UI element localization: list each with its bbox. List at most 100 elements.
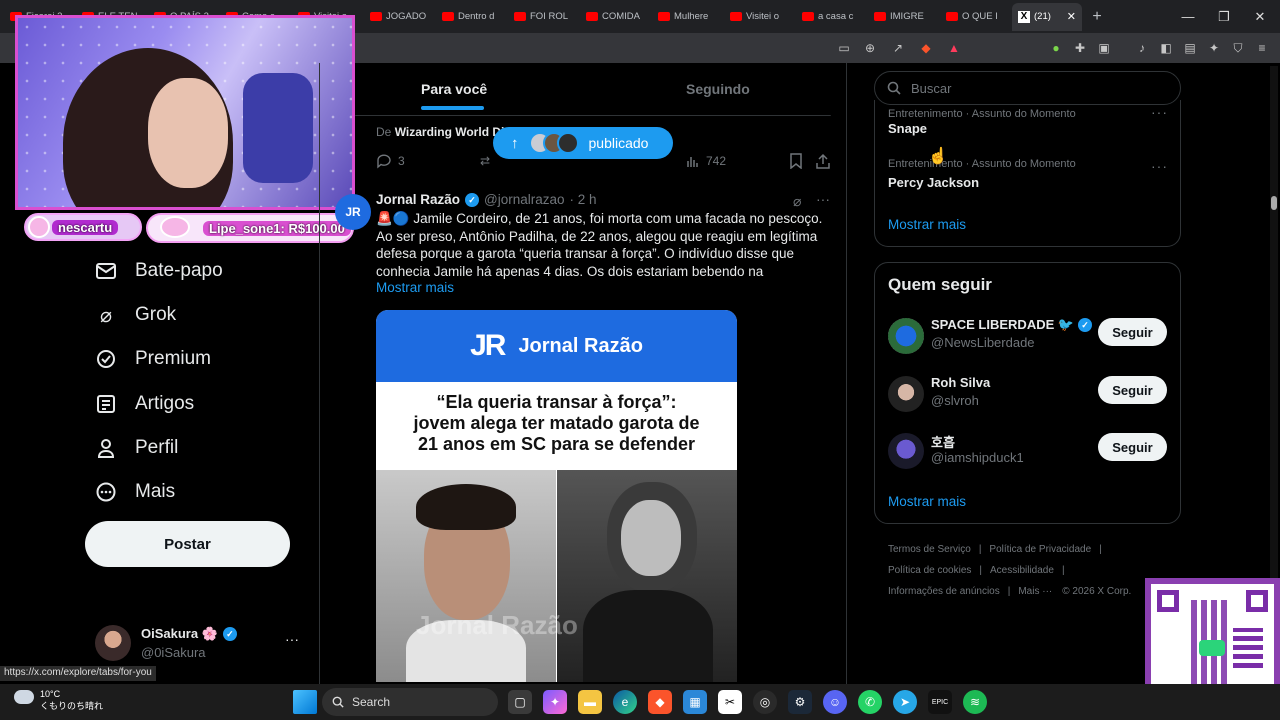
grok-action-icon[interactable]: ⌀ bbox=[793, 193, 801, 210]
shirt bbox=[583, 590, 713, 682]
obs-icon[interactable]: ◎ bbox=[753, 690, 777, 714]
reply-button[interactable]: 3 bbox=[376, 152, 405, 170]
new-tab-button[interactable]: + bbox=[1082, 8, 1112, 26]
tweet-more-icon[interactable]: ··· bbox=[816, 191, 830, 207]
tweet[interactable]: Jornal Razão ✓ @jornalrazao · 2 h 🚨🔵 Jam… bbox=[376, 192, 836, 295]
tab-following[interactable]: Seguindo bbox=[686, 66, 750, 112]
wallet-2-icon[interactable]: ▤ bbox=[1182, 40, 1198, 56]
account-more-icon[interactable]: ··· bbox=[285, 631, 299, 647]
follow-button[interactable]: Seguir bbox=[1098, 376, 1167, 404]
steam-icon[interactable]: ⚙ bbox=[788, 690, 812, 714]
wallet-icon[interactable]: ▣ bbox=[1096, 40, 1112, 56]
epic-games-icon[interactable]: EPIC bbox=[928, 690, 952, 714]
avatar bbox=[888, 318, 924, 354]
nav-item-premium[interactable]: Premium bbox=[95, 344, 211, 374]
nav-item-articles[interactable]: Artigos bbox=[95, 389, 194, 419]
taskbar-search[interactable]: Search bbox=[322, 688, 498, 716]
quote-card-bottom bbox=[355, 115, 831, 116]
streamer-webcam bbox=[15, 15, 355, 210]
bookmark-button[interactable] bbox=[789, 152, 803, 170]
views-button[interactable]: 742 bbox=[686, 152, 726, 170]
menu-icon[interactable]: ≡ bbox=[1254, 40, 1270, 56]
windows-start-icon[interactable] bbox=[293, 690, 317, 714]
follow-button[interactable]: Seguir bbox=[1098, 318, 1167, 346]
copilot-icon[interactable]: ✦ bbox=[543, 690, 567, 714]
browser-tab[interactable]: FOI ROL bbox=[508, 3, 580, 31]
cast-icon[interactable]: ▭ bbox=[836, 40, 852, 56]
tweet-time[interactable]: · 2 h bbox=[570, 192, 597, 207]
footer-links-row: Informações de anúncios | Mais ··· © 2026 X… bbox=[888, 586, 1132, 597]
nav-item-profile[interactable]: Perfil bbox=[95, 433, 178, 463]
show-more-link[interactable]: Mostrar mais bbox=[376, 280, 836, 295]
follow-suggestion[interactable]: SPACE LIBERDADE 🐦 ✓ @NewsLiberdade Seguir bbox=[888, 317, 1173, 358]
nav-item-more[interactable]: Mais bbox=[95, 477, 175, 507]
follow-suggestion[interactable]: 호흡 @iamshipduck1 Seguir bbox=[888, 433, 1173, 473]
trend-item-percy-jackson[interactable]: Percy Jackson bbox=[888, 175, 979, 190]
task-view-icon[interactable]: ▢ bbox=[508, 690, 532, 714]
spotify-icon[interactable]: ≋ bbox=[963, 690, 987, 714]
trend-more-icon[interactable]: ··· bbox=[1151, 104, 1168, 120]
youtube-icon bbox=[514, 12, 526, 21]
browser-tab-active[interactable]: X (21) ✕ bbox=[1012, 2, 1082, 31]
nav-item-grok[interactable]: ⌀ Grok bbox=[95, 300, 176, 330]
browser-tab[interactable]: JOGADO bbox=[364, 3, 436, 31]
maximize-icon[interactable]: ❐ bbox=[1206, 0, 1242, 33]
weather-widget[interactable]: 10°C くもりのち晴れ bbox=[14, 688, 103, 712]
trend-item-snape[interactable]: Snape bbox=[888, 121, 927, 136]
who-to-follow-title: Quem seguir bbox=[888, 275, 992, 294]
store-icon[interactable]: ▦ bbox=[683, 690, 707, 714]
avatar bbox=[95, 625, 131, 661]
youtube-icon bbox=[442, 12, 454, 21]
tweet-author-avatar[interactable]: JR bbox=[335, 194, 371, 230]
retweet-button[interactable]: ⇄ bbox=[480, 152, 490, 170]
browser-tab[interactable]: O QUE I bbox=[940, 3, 1012, 31]
leo-ai-icon[interactable]: ✦ bbox=[1206, 40, 1222, 56]
discord-icon[interactable]: ☺ bbox=[823, 690, 847, 714]
avatar bbox=[888, 376, 924, 412]
browser-tab[interactable]: Mulhere bbox=[652, 3, 724, 31]
tweet-image[interactable]: JR Jornal Razão “Ela queria transar à fo… bbox=[376, 310, 737, 682]
browser-tab[interactable]: COMIDA bbox=[580, 3, 652, 31]
mouse-cursor-icon: ☝ bbox=[928, 148, 948, 165]
close-window-icon[interactable]: ✕ bbox=[1242, 0, 1278, 33]
siren-emoji: 🚨🔵 bbox=[376, 211, 410, 226]
extension-status-icon[interactable]: ● bbox=[1048, 40, 1064, 56]
tab-close-icon[interactable]: ✕ bbox=[1067, 10, 1076, 23]
scrollbar-thumb[interactable] bbox=[1271, 196, 1277, 210]
browser-tab[interactable]: Dentro d bbox=[436, 3, 508, 31]
follow-suggestion[interactable]: Roh Silva @slvroh Seguir bbox=[888, 375, 1173, 416]
telegram-icon[interactable]: ➤ bbox=[893, 690, 917, 714]
follow-button[interactable]: Seguir bbox=[1098, 433, 1167, 461]
whatsapp-icon[interactable]: ✆ bbox=[858, 690, 882, 714]
minimize-icon[interactable]: — bbox=[1170, 0, 1206, 33]
victim-photo bbox=[556, 470, 737, 682]
vpn-icon[interactable]: ⛉ bbox=[1230, 40, 1246, 56]
browser-tab[interactable]: a casa c bbox=[796, 3, 868, 31]
trends-show-more[interactable]: Mostrar mais bbox=[888, 217, 966, 232]
edge-icon[interactable]: e bbox=[613, 690, 637, 714]
youtube-icon bbox=[658, 12, 670, 21]
browser-tab[interactable]: Visitei o bbox=[724, 3, 796, 31]
sidebar-toggle-icon[interactable]: ◧ bbox=[1158, 40, 1174, 56]
extensions-icon[interactable]: ✚ bbox=[1072, 40, 1088, 56]
share-icon[interactable]: ↗ bbox=[890, 40, 906, 56]
article-icon bbox=[95, 393, 117, 415]
views-icon bbox=[687, 157, 698, 167]
capcut-icon[interactable]: ✂ bbox=[718, 690, 742, 714]
brave-icon[interactable]: ◆ bbox=[648, 690, 672, 714]
music-icon[interactable]: ♪ bbox=[1134, 40, 1150, 56]
file-explorer-icon[interactable]: ▬ bbox=[578, 690, 602, 714]
trend-more-icon[interactable]: ··· bbox=[1151, 158, 1168, 174]
new-posts-pill[interactable]: ↑ publicado bbox=[493, 127, 673, 159]
tweet-author-name[interactable]: Jornal Razão bbox=[376, 192, 460, 207]
share-button[interactable] bbox=[816, 152, 830, 170]
zoom-icon[interactable]: ⊕ bbox=[862, 40, 878, 56]
browser-tab[interactable]: IMIGRE bbox=[868, 3, 940, 31]
account-switcher[interactable]: OiSakura 🌸 ✓ @0iSakura ··· bbox=[95, 625, 315, 661]
brave-shield-icon[interactable]: ◆ bbox=[918, 40, 934, 56]
tweet-author-handle[interactable]: @jornalrazao bbox=[484, 192, 565, 207]
nav-item-chat[interactable]: Bate-papo bbox=[95, 256, 223, 286]
brave-rewards-icon[interactable]: ▲ bbox=[946, 40, 962, 56]
who-to-follow-show-more[interactable]: Mostrar mais bbox=[888, 494, 966, 509]
post-button[interactable]: Postar bbox=[85, 521, 290, 567]
